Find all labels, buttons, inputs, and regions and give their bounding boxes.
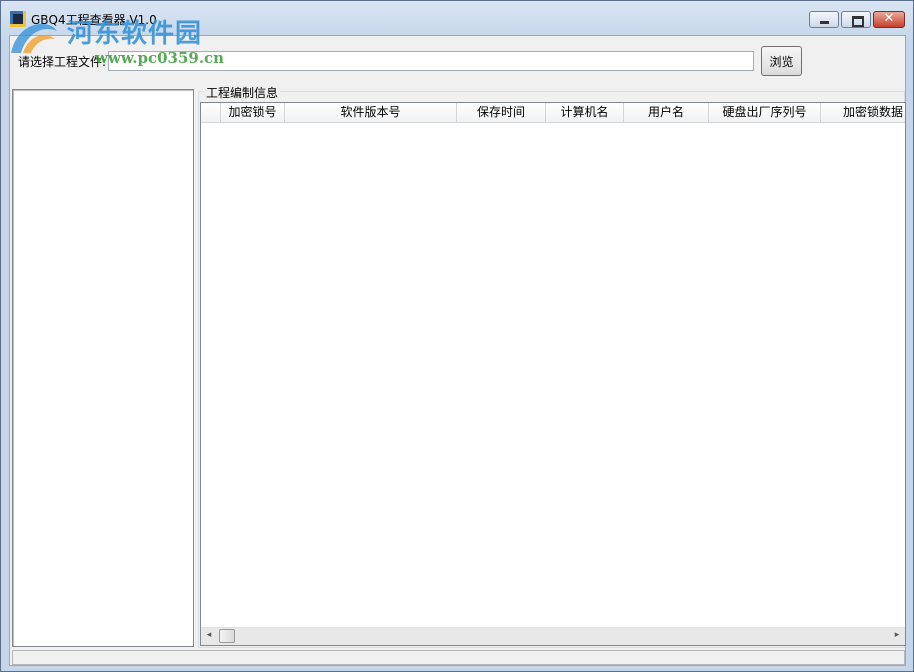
- column-header[interactable]: 保存时间: [457, 103, 546, 123]
- column-header[interactable]: 软件版本号: [285, 103, 457, 123]
- watermark-url: www.pc0359.cn: [95, 49, 225, 67]
- grid-header: 加密锁号 软件版本号 保存时间 计算机名 用户名 硬盘出厂序列号 加密锁数据: [201, 103, 905, 123]
- row-header-cell[interactable]: [201, 103, 221, 123]
- close-button[interactable]: ✕: [873, 11, 905, 28]
- main-panel: 请选择工程文件: 浏览 工程编制信息 加密锁号 软件版本号 保存时间 计算机名 用户名硬…: [9, 35, 906, 666]
- window-controls: ✕: [809, 11, 905, 28]
- info-grid[interactable]: 加密锁号 软件版本号 保存时间 计算机名 用户名 硬盘出厂序列号 加密锁数据 ◂ ▸: [200, 102, 906, 646]
- info-group-title: 工程编制信息: [204, 84, 281, 101]
- column-header[interactable]: 计算机名: [546, 103, 624, 123]
- watermark-site-name: 河东软件园: [67, 19, 203, 49]
- column-header[interactable]: 加密锁数据: [821, 103, 905, 123]
- app-window: GBQ4工程查看器 V1.0 ✕ 请选择工程文件: 浏览 工程编制信息 加密锁号…: [0, 0, 914, 672]
- close-icon: ✕: [883, 11, 895, 26]
- scroll-thumb[interactable]: [219, 629, 235, 643]
- column-header[interactable]: 用户名: [624, 103, 709, 123]
- horizontal-scrollbar[interactable]: ◂ ▸: [201, 627, 905, 645]
- minimize-icon: [820, 21, 829, 24]
- scroll-right-icon[interactable]: ▸: [889, 630, 905, 640]
- status-bar: [12, 650, 905, 665]
- minimize-button[interactable]: [809, 11, 839, 28]
- maximize-icon: [852, 16, 864, 27]
- browse-button[interactable]: 浏览: [761, 46, 802, 76]
- project-tree-panel[interactable]: [12, 89, 194, 647]
- column-header[interactable]: 硬盘出厂序列号: [709, 103, 821, 123]
- maximize-button[interactable]: [841, 11, 871, 28]
- watermark-logo-icon: [11, 23, 57, 53]
- column-header[interactable]: 加密锁号: [221, 103, 285, 123]
- scroll-left-icon[interactable]: ◂: [201, 630, 217, 640]
